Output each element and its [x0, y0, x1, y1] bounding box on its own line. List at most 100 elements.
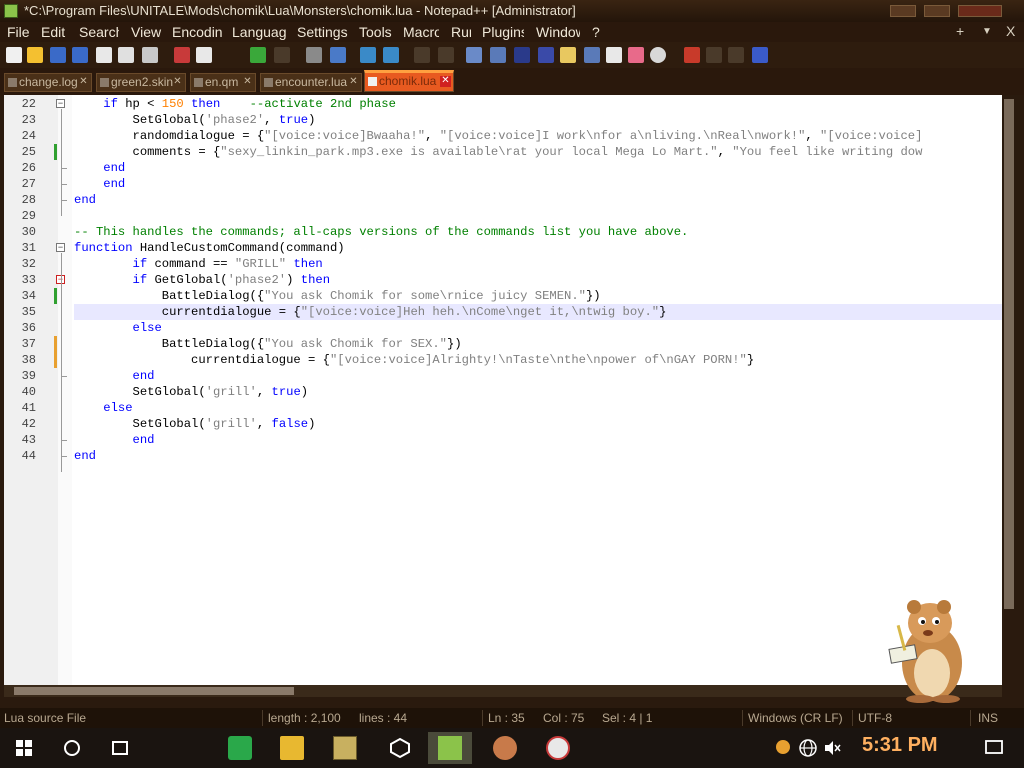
- doc-map-icon[interactable]: [560, 47, 576, 63]
- game-app-icon[interactable]: [333, 736, 357, 760]
- word-wrap-icon[interactable]: [466, 47, 482, 63]
- paint-app-icon[interactable]: [493, 736, 517, 760]
- close-icon[interactable]: ✕: [172, 77, 183, 88]
- encoding-label[interactable]: UTF-8: [858, 708, 892, 728]
- menu-tools[interactable]: Tools: [359, 24, 392, 40]
- menu-help[interactable]: ?: [592, 24, 600, 40]
- close-doc-icon[interactable]: X: [1006, 23, 1015, 39]
- tab-green2-skin[interactable]: green2.skin ✕: [96, 73, 186, 92]
- save-icon[interactable]: [50, 47, 66, 63]
- code-line[interactable]: if GetGlobal('phase2') then: [74, 272, 1002, 288]
- notepadpp-taskbar-icon[interactable]: [438, 736, 462, 760]
- record-macro-icon[interactable]: [684, 47, 700, 63]
- tab-change-log[interactable]: change.log ✕: [4, 73, 92, 92]
- insert-mode-label[interactable]: INS: [978, 708, 998, 728]
- code-line[interactable]: SetGlobal('grill', true): [74, 384, 1002, 400]
- redo-icon[interactable]: [274, 47, 290, 63]
- tray-icon[interactable]: [776, 740, 790, 754]
- zoom-out-icon[interactable]: [383, 47, 399, 63]
- close-icon[interactable]: ✕: [242, 77, 253, 88]
- lang-icon[interactable]: [538, 47, 554, 63]
- clock[interactable]: 5:31 PM: [862, 734, 938, 757]
- code-editor[interactable]: 22 23 24 25 26 27 28 29 30 31 32 33 34 35 36 37 38 39 40 41…: [4, 95, 1002, 685]
- menu-window[interactable]: Window: [536, 24, 580, 40]
- code-area[interactable]: if hp < 150 then --activate 2nd phase Se…: [74, 95, 1002, 685]
- run-macro-multiple-icon[interactable]: [752, 47, 768, 63]
- close-button[interactable]: [958, 5, 1002, 17]
- code-line[interactable]: BattleDialog({"You ask Chomik for SEX."}…: [74, 336, 1002, 352]
- code-line[interactable]: comments = {"sexy_linkin_park.mp3.exe is…: [74, 144, 1002, 160]
- fold-toggle-icon[interactable]: −: [56, 243, 65, 252]
- menu-run[interactable]: Run: [451, 24, 471, 40]
- notifications-icon[interactable]: [982, 736, 1006, 760]
- code-line[interactable]: randomdialogue = {"[voice:voice]Bwaaha!"…: [74, 128, 1002, 144]
- menu-encoding[interactable]: Encoding: [172, 24, 222, 40]
- code-line[interactable]: if hp < 150 then --activate 2nd phase: [74, 96, 1002, 112]
- code-line[interactable]: SetGlobal('grill', false): [74, 416, 1002, 432]
- scroll-thumb[interactable]: [1004, 99, 1014, 609]
- eye-icon[interactable]: [650, 47, 666, 63]
- find-icon[interactable]: [306, 47, 322, 63]
- copy-icon[interactable]: [196, 47, 212, 63]
- code-line[interactable]: BattleDialog({"You ask Chomik for some\r…: [74, 288, 1002, 304]
- code-line[interactable]: else: [74, 320, 1002, 336]
- print-icon[interactable]: [142, 47, 158, 63]
- menu-search[interactable]: Search: [79, 24, 119, 40]
- folder-workspace-icon[interactable]: [606, 47, 622, 63]
- menu-edit[interactable]: Edit: [41, 24, 65, 40]
- code-line[interactable]: end: [74, 432, 1002, 448]
- code-line[interactable]: end: [74, 176, 1002, 192]
- minimize-button[interactable]: [890, 5, 916, 17]
- code-line[interactable]: -- This handles the commands; all-caps v…: [74, 224, 1002, 240]
- cut-icon[interactable]: [174, 47, 190, 63]
- volume-muted-icon[interactable]: [822, 738, 842, 758]
- spreadsheet-app-icon[interactable]: [228, 736, 252, 760]
- code-line[interactable]: end: [74, 160, 1002, 176]
- code-line[interactable]: SetGlobal('phase2', true): [74, 112, 1002, 128]
- horizontal-scrollbar[interactable]: [4, 685, 1002, 697]
- eol-format-label[interactable]: Windows (CR LF): [748, 708, 843, 728]
- close-icon[interactable]: ✕: [78, 77, 89, 88]
- menu-macro[interactable]: Macro: [403, 24, 439, 40]
- vertical-scrollbar[interactable]: [1002, 95, 1016, 685]
- code-line[interactable]: currentdialogue = {"[voice:voice]Heh heh…: [74, 304, 1002, 320]
- replace-icon[interactable]: [330, 47, 346, 63]
- code-line[interactable]: if command == "GRILL" then: [74, 256, 1002, 272]
- menu-file[interactable]: File: [7, 24, 30, 40]
- task-view-icon[interactable]: [108, 736, 132, 760]
- menu-language[interactable]: Language: [232, 24, 286, 40]
- menu-plugins[interactable]: Plugins: [482, 24, 524, 40]
- sync-h-icon[interactable]: [438, 47, 454, 63]
- code-line[interactable]: currentdialogue = {"[voice:voice]Alright…: [74, 352, 1002, 368]
- indent-guide-icon[interactable]: [514, 47, 530, 63]
- code-line[interactable]: function HandleCustomCommand(command): [74, 240, 1002, 256]
- unity-icon[interactable]: [388, 736, 412, 760]
- show-all-chars-icon[interactable]: [490, 47, 506, 63]
- code-line[interactable]: [74, 208, 1002, 224]
- undo-icon[interactable]: [250, 47, 266, 63]
- code-line[interactable]: end: [74, 192, 1002, 208]
- monitor-icon[interactable]: [628, 47, 644, 63]
- windows-start-icon[interactable]: [12, 736, 36, 760]
- close-icon[interactable]: ✕: [348, 77, 359, 88]
- close-icon[interactable]: ✕: [440, 76, 451, 87]
- new-tab-icon[interactable]: +: [956, 23, 964, 39]
- close-all-icon[interactable]: [118, 47, 134, 63]
- file-explorer-icon[interactable]: [280, 736, 304, 760]
- globe-icon[interactable]: [798, 738, 818, 758]
- maximize-button[interactable]: [924, 5, 950, 17]
- title-bar[interactable]: *C:\Program Files\UNITALE\Mods\chomik\Lu…: [0, 0, 1024, 22]
- fold-toggle-icon[interactable]: −: [56, 99, 65, 108]
- scroll-thumb[interactable]: [14, 687, 294, 695]
- save-all-icon[interactable]: [72, 47, 88, 63]
- sync-v-icon[interactable]: [414, 47, 430, 63]
- tab-encounter-lua[interactable]: encounter.lua ✕: [260, 73, 362, 92]
- play-macro-icon[interactable]: [728, 47, 744, 63]
- search-icon[interactable]: [60, 736, 84, 760]
- close-file-icon[interactable]: [96, 47, 112, 63]
- stop-macro-icon[interactable]: [706, 47, 722, 63]
- tab-en-qm[interactable]: en.qm ✕: [190, 73, 256, 92]
- code-line[interactable]: end: [74, 368, 1002, 384]
- code-line[interactable]: else: [74, 400, 1002, 416]
- menu-settings[interactable]: Settings: [297, 24, 348, 40]
